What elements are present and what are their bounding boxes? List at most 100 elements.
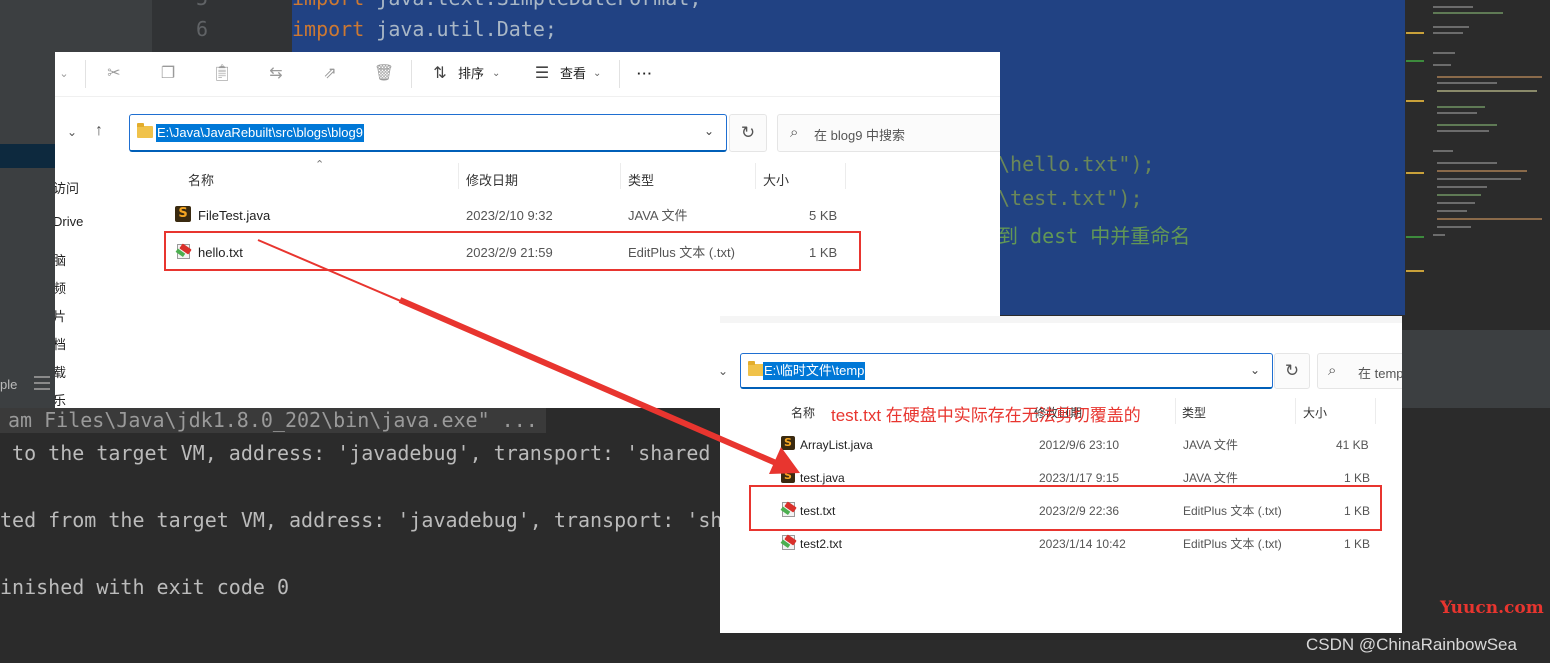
address-path[interactable]: E:\Java\JavaRebuilt\src\blogs\blog9 xyxy=(156,124,364,142)
chevron-down-icon[interactable]: ⌄ xyxy=(1250,363,1260,377)
column-header-name[interactable]: 名称 xyxy=(188,170,214,189)
column-header-type[interactable]: 类型 xyxy=(628,170,654,189)
file-modified: 2012/9/6 23:10 xyxy=(1039,438,1120,452)
copy-icon[interactable]: ❐ xyxy=(157,62,179,86)
console-line-exit: inished with exit code 0 xyxy=(0,575,289,599)
column-header-type[interactable]: 类型 xyxy=(1182,404,1206,421)
file-modified: 2023/2/10 9:32 xyxy=(466,208,553,223)
explorer-nav-row: ⌄ E:\临时文件\temp ⌄ ↻ ⌕ 在 temp xyxy=(720,349,1402,397)
chevron-down-icon[interactable]: ⌄ xyxy=(57,62,71,86)
scroll-marker xyxy=(1406,32,1424,34)
file-row[interactable]: S ArrayList.java 2012/9/6 23:10 JAVA 文件 … xyxy=(772,429,1392,461)
file-explorer-temp: ⌄ E:\临时文件\temp ⌄ ↻ ⌕ 在 temp 名称 修改日期 类型 大… xyxy=(720,323,1402,633)
column-header-modified[interactable]: 修改日期 xyxy=(466,170,518,189)
code-comment-fragment: 到 dest 中并重命名 xyxy=(998,224,1191,248)
search-icon: ⌕ xyxy=(1328,362,1337,379)
search-placeholder[interactable]: 在 blog9 中搜索 xyxy=(814,125,905,144)
chevron-down-icon[interactable]: ⌄ xyxy=(704,124,714,138)
address-bar[interactable]: E:\临时文件\temp ⌄ xyxy=(740,353,1273,389)
folder-icon xyxy=(748,361,764,376)
chevron-down-icon[interactable]: ⌄ xyxy=(720,361,728,381)
chevron-down-icon[interactable]: ⌄ xyxy=(67,122,77,142)
file-row[interactable]: test2.txt 2023/1/14 10:42 EditPlus 文本 (.… xyxy=(772,528,1392,560)
watermark-csdn: CSDN @ChinaRainbowSea xyxy=(1306,635,1517,654)
navigation-pane: 访问 Drive 脑 频 片 档 载 乐 xyxy=(55,162,152,408)
file-name: ArrayList.java xyxy=(800,438,873,452)
sort-button[interactable]: 排序 xyxy=(458,64,484,84)
file-type: JAVA 文件 xyxy=(628,208,688,223)
refresh-button[interactable]: ↻ xyxy=(729,114,767,152)
cut-icon[interactable]: ✂ xyxy=(103,62,125,86)
nav-item[interactable]: 档 xyxy=(55,334,66,353)
search-box[interactable]: ⌕ 在 blog9 中搜索 xyxy=(777,114,1000,152)
search-icon: ⌕ xyxy=(790,124,799,141)
line-number: 6 xyxy=(195,17,208,41)
nav-item[interactable]: 脑 xyxy=(55,250,66,269)
ide-project-selected-row[interactable] xyxy=(0,144,56,168)
file-type: JAVA 文件 xyxy=(1183,438,1238,452)
up-arrow-icon[interactable]: ↑ xyxy=(95,121,103,141)
file-size: 41 KB xyxy=(1336,438,1369,452)
nav-item[interactable]: 访问 xyxy=(55,178,79,197)
file-name: test.java xyxy=(800,471,845,485)
nav-item[interactable]: Drive xyxy=(55,214,83,229)
chevron-down-icon: ⌄ xyxy=(492,68,501,79)
column-header-size[interactable]: 大小 xyxy=(763,170,789,189)
scroll-marker xyxy=(1406,270,1424,272)
file-type: JAVA 文件 xyxy=(1183,471,1238,485)
java-file-icon: S xyxy=(781,469,795,483)
file-name: FileTest.java xyxy=(198,208,271,223)
file-size: 1 KB xyxy=(1344,537,1371,551)
scroll-marker xyxy=(1406,236,1424,238)
txt-file-icon xyxy=(780,534,796,550)
search-placeholder[interactable]: 在 temp xyxy=(1358,363,1402,382)
nav-item[interactable]: 乐 xyxy=(55,390,66,408)
file-size: 1 KB xyxy=(1344,471,1371,485)
view-icon[interactable]: ☰ xyxy=(531,62,553,86)
explorer-command-bar: ⌄ ✂ ❐ 📋︎ ⇆ ⇗ 🗑︎ ⇅ 排序 ⌄ ☰ 查看 ⌄ ··· xyxy=(55,52,1000,97)
highlight-box-hello xyxy=(164,231,861,271)
ide-scroll-markers xyxy=(1405,0,1425,315)
more-options-button[interactable]: ··· xyxy=(637,64,653,84)
file-row[interactable]: S FileTest.java 2023/2/10 9:32 JAVA 文件 5… xyxy=(165,199,855,231)
line-number: 5 xyxy=(196,0,208,10)
share-icon[interactable]: ⇗ xyxy=(319,62,341,86)
console-line-disconnected: ted from the target VM, address: 'javade… xyxy=(0,508,735,532)
code-line-import-2: import java.util.Date; xyxy=(292,17,557,41)
column-header-size[interactable]: 大小 xyxy=(1303,404,1327,421)
file-name: test2.txt xyxy=(800,537,843,551)
console-line-connected: to the target VM, address: 'javadebug', … xyxy=(0,441,735,465)
file-modified: 2023/1/17 9:15 xyxy=(1039,471,1120,485)
nav-item[interactable]: 载 xyxy=(55,362,66,381)
file-type: EditPlus 文本 (.txt) xyxy=(1183,537,1282,551)
file-modified: 2023/1/14 10:42 xyxy=(1039,537,1126,551)
nav-item[interactable]: 片 xyxy=(55,306,66,325)
sort-icon[interactable]: ⇅ xyxy=(429,62,451,86)
file-size: 5 KB xyxy=(809,208,838,223)
annotation-text: test.txt 在硬盘中实际存在无法剪切覆盖的 xyxy=(831,406,1141,425)
sort-ascending-icon: ⌃ xyxy=(315,159,325,171)
java-file-icon: S xyxy=(781,436,795,450)
highlight-box-test-txt xyxy=(749,485,1382,531)
view-button[interactable]: 查看 xyxy=(560,64,586,84)
code-line-import-1: import java.text.SimpleDateFormat; xyxy=(292,0,701,10)
chevron-down-icon: ⌄ xyxy=(593,68,602,79)
nav-item[interactable]: 频 xyxy=(55,278,66,297)
rename-icon[interactable]: ⇆ xyxy=(265,62,287,86)
refresh-button[interactable]: ↻ xyxy=(1274,353,1310,389)
watermark-yuucn: Yuucn.com xyxy=(1440,598,1544,618)
paste-icon[interactable]: 📋︎ xyxy=(211,62,233,86)
search-box[interactable]: ⌕ 在 temp xyxy=(1317,353,1402,389)
menu-icon[interactable] xyxy=(34,376,50,390)
address-path[interactable]: E:\临时文件\temp xyxy=(763,362,866,380)
scroll-marker xyxy=(1406,100,1424,102)
delete-icon[interactable]: 🗑︎ xyxy=(373,62,395,86)
console-line-command: am Files\Java\jdk1.8.0_202\bin\java.exe"… xyxy=(0,408,546,433)
folder-icon xyxy=(137,123,153,138)
address-bar[interactable]: E:\Java\JavaRebuilt\src\blogs\blog9 ⌄ xyxy=(129,114,727,152)
column-header-name[interactable]: 名称 xyxy=(791,404,815,421)
scroll-marker xyxy=(1406,60,1424,62)
scroll-marker xyxy=(1406,172,1424,174)
explorer-nav-row: ⌄ ↑ E:\Java\JavaRebuilt\src\blogs\blog9 … xyxy=(55,110,1000,158)
ide-minimap[interactable] xyxy=(1425,0,1550,330)
